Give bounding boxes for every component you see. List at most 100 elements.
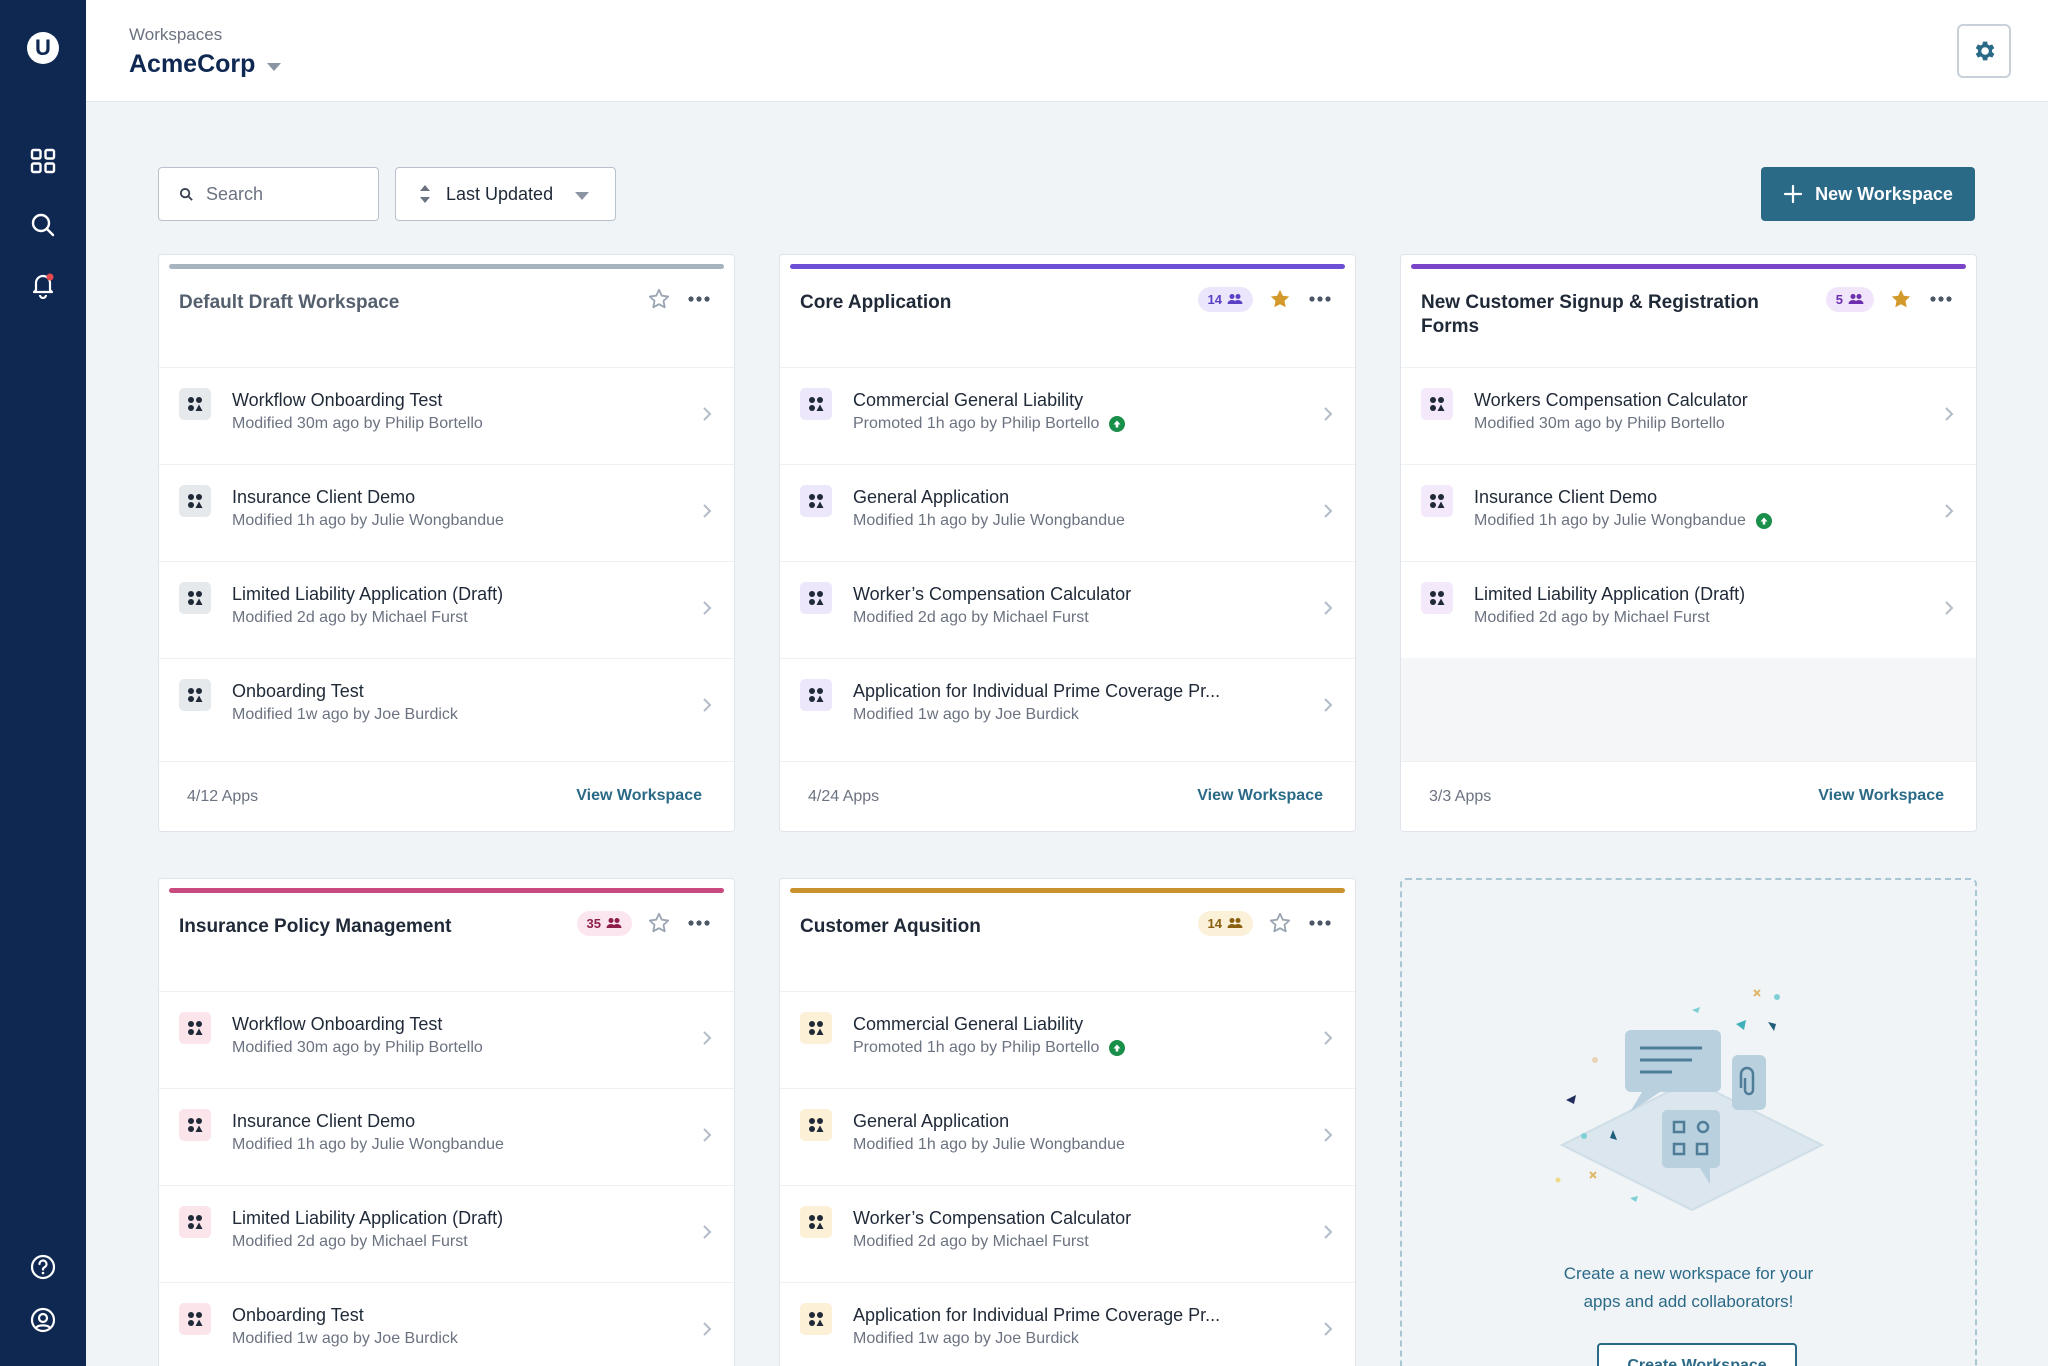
star-outline-icon[interactable] — [1267, 910, 1293, 936]
search-input[interactable] — [206, 183, 356, 205]
settings-button[interactable] — [1957, 24, 2011, 78]
members-badge[interactable]: 14 — [1197, 286, 1253, 312]
app-meta: Modified 2d ago by Michael Furst — [853, 1233, 1089, 1250]
card-title[interactable]: Core Application — [800, 291, 1140, 315]
workspace-switcher[interactable]: AcmeCorp — [129, 50, 282, 79]
star-filled-icon[interactable] — [1267, 286, 1293, 312]
more-options-icon[interactable] — [1928, 286, 1954, 312]
view-workspace-link[interactable]: View Workspace — [576, 787, 702, 805]
search-field[interactable] — [158, 167, 379, 221]
app-name: Insurance Client Demo — [1474, 487, 1658, 507]
chevron-right-icon — [703, 601, 712, 615]
app-row[interactable]: General Application Modified 1h ago by J… — [780, 1088, 1355, 1185]
app-meta: Modified 30m ago by Philip Bortello — [1474, 415, 1725, 432]
workspace-illustration — [1555, 989, 1825, 1212]
app-row[interactable]: Limited Liability Application (Draft) Mo… — [159, 1185, 734, 1282]
app-row[interactable]: Application for Individual Prime Coverag… — [780, 1282, 1355, 1366]
sort-select[interactable]: Last Updated — [395, 167, 616, 221]
card-color-bar — [790, 888, 1345, 893]
app-row[interactable]: Limited Liability Application (Draft) Mo… — [159, 561, 734, 658]
card-color-bar — [169, 264, 724, 269]
app-row[interactable]: Application for Individual Prime Coverag… — [780, 658, 1355, 755]
app-row[interactable]: Insurance Client Demo Modified 1h ago by… — [159, 1088, 734, 1185]
breadcrumb[interactable]: Workspaces — [129, 25, 222, 45]
card-title[interactable]: Customer Aqusition — [800, 915, 1140, 939]
app-row[interactable]: Worker’s Compensation Calculator Modifie… — [780, 561, 1355, 658]
chevron-down-icon — [575, 192, 590, 200]
app-row[interactable]: Workflow Onboarding Test Modified 30m ag… — [159, 367, 734, 464]
app-row[interactable]: Workers Compensation Calculator Modified… — [1401, 367, 1976, 464]
star-outline-icon[interactable] — [646, 286, 672, 312]
more-options-icon[interactable] — [686, 910, 712, 936]
app-meta: Modified 2d ago by Michael Furst — [232, 1233, 468, 1250]
people-icon — [1227, 294, 1243, 304]
app-row[interactable]: Commercial General Liability Promoted 1h… — [780, 991, 1355, 1088]
card-title[interactable]: Default Draft Workspace — [179, 291, 519, 315]
app-meta: Modified 2d ago by Michael Furst — [853, 609, 1089, 626]
workspace-card: Insurance Policy Management 35 Workflow … — [158, 878, 735, 1366]
app-row[interactable]: General Application Modified 1h ago by J… — [780, 464, 1355, 561]
app-name: Limited Liability Application (Draft) — [232, 1208, 504, 1228]
app-row[interactable]: Onboarding Test Modified 1w ago by Joe B… — [159, 658, 734, 755]
help-icon[interactable] — [29, 1253, 57, 1281]
app-meta: Promoted 1h ago by Philip Bortello — [853, 1039, 1100, 1056]
card-color-bar — [169, 888, 724, 893]
app-meta: Modified 1h ago by Julie Wongbandue — [232, 1136, 504, 1153]
card-title[interactable]: Insurance Policy Management — [179, 915, 519, 939]
app-name: General Application — [853, 1111, 1010, 1131]
more-options-icon[interactable] — [1307, 910, 1333, 936]
new-workspace-button[interactable]: New Workspace — [1761, 167, 1975, 221]
app-name: Onboarding Test — [232, 681, 364, 701]
app-count: 3/3 Apps — [1429, 788, 1492, 805]
app-row[interactable]: Insurance Client Demo Modified 1h ago by… — [1401, 464, 1976, 561]
promoted-icon — [1109, 416, 1126, 432]
view-workspace-link[interactable]: View Workspace — [1818, 787, 1944, 805]
members-count: 14 — [1207, 291, 1222, 307]
search-icon[interactable] — [29, 211, 57, 239]
app-icon — [1421, 582, 1453, 614]
app-row[interactable]: Onboarding Test Modified 1w ago by Joe B… — [159, 1282, 734, 1366]
app-row[interactable]: Workflow Onboarding Test Modified 30m ag… — [159, 991, 734, 1088]
members-badge[interactable]: 14 — [1197, 910, 1253, 936]
app-name: Workflow Onboarding Test — [232, 390, 443, 410]
user-icon[interactable] — [29, 1306, 57, 1334]
app-row[interactable]: Limited Liability Application (Draft) Mo… — [1401, 561, 1976, 658]
chevron-right-icon — [1324, 407, 1333, 421]
app-icon — [800, 1206, 832, 1238]
app-name: General Application — [853, 487, 1010, 507]
card-color-bar — [1411, 264, 1966, 269]
sidebar: U — [0, 0, 86, 1366]
chevron-right-icon — [1945, 601, 1954, 615]
app-count: 4/24 Apps — [808, 788, 880, 805]
card-title[interactable]: New Customer Signup & Registration Forms — [1421, 291, 1761, 339]
more-options-icon[interactable] — [1307, 286, 1333, 312]
workspace-card: Core Application 14 Commercial General L… — [779, 254, 1356, 832]
app-row[interactable]: Commercial General Liability Promoted 1h… — [780, 367, 1355, 464]
app-meta: Modified 1w ago by Joe Burdick — [232, 706, 458, 723]
app-icon — [179, 1303, 211, 1335]
app-name: Commercial General Liability — [853, 1014, 1084, 1034]
app-row[interactable]: Insurance Client Demo Modified 1h ago by… — [159, 464, 734, 561]
members-badge[interactable]: 35 — [576, 910, 632, 936]
star-filled-icon[interactable] — [1888, 286, 1914, 312]
card-color-bar — [790, 264, 1345, 269]
plus-icon — [1784, 184, 1803, 204]
gear-icon — [1975, 41, 1995, 61]
bell-icon[interactable] — [29, 271, 57, 299]
app-icon — [800, 582, 832, 614]
create-workspace-text: Create a new workspace for your apps and… — [1402, 1260, 1975, 1316]
more-options-icon[interactable] — [686, 286, 712, 312]
grid-icon[interactable] — [29, 147, 57, 175]
create-text-line1: Create a new workspace for your — [1563, 1264, 1814, 1283]
create-workspace-button[interactable]: Create Workspace — [1597, 1343, 1797, 1366]
app-name: Application for Individual Prime Coverag… — [853, 681, 1221, 701]
workspace-card: Customer Aqusition 14 Commercial General… — [779, 878, 1356, 1366]
star-outline-icon[interactable] — [646, 910, 672, 936]
new-workspace-label: New Workspace — [1815, 183, 1953, 204]
app-row[interactable]: Worker’s Compensation Calculator Modifie… — [780, 1185, 1355, 1282]
logo[interactable]: U — [27, 32, 59, 64]
members-badge[interactable]: 5 — [1825, 286, 1874, 312]
app-icon — [1421, 388, 1453, 420]
view-workspace-link[interactable]: View Workspace — [1197, 787, 1323, 805]
workspace-name: AcmeCorp — [129, 50, 256, 78]
